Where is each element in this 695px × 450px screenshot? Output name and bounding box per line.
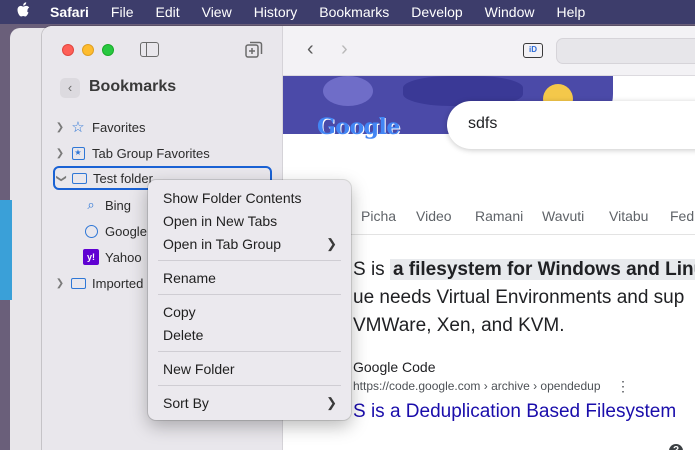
google-logo-text: Google — [317, 114, 400, 140]
sidebar-item-tab-group-favorites[interactable]: ❯ ★ Tab Group Favorites — [54, 141, 210, 165]
help-icon[interactable]: ? — [669, 444, 683, 450]
menu-safari[interactable]: Safari — [50, 4, 89, 20]
tab-vitabu[interactable]: Vitabu — [609, 208, 648, 224]
sidebar-item-label: Test folder — [93, 170, 153, 186]
search-query: sdfs — [468, 115, 498, 132]
snippet-text: ue needs Virtual Environments and sup — [353, 287, 685, 308]
minimize-window-button[interactable] — [82, 44, 94, 56]
menu-bookmarks[interactable]: Bookmarks — [319, 4, 389, 20]
sidebar-item-label: Bing — [105, 197, 132, 213]
globe-icon — [82, 223, 100, 239]
back-button[interactable]: ‹ — [307, 38, 314, 61]
menu-item-open-in-new-tabs[interactable]: Open in New Tabs — [163, 213, 277, 229]
address-bar[interactable] — [556, 38, 695, 64]
sidebar-item-label: Google — [105, 223, 147, 239]
chevron-right-icon: ❯ — [326, 395, 337, 410]
menu-separator — [158, 351, 341, 352]
menu-item-rename[interactable]: Rename — [163, 270, 216, 286]
menu-item-sort-by[interactable]: Sort By — [163, 395, 209, 411]
tab-video[interactable]: Video — [416, 208, 452, 224]
search-box[interactable]: sdfs — [447, 101, 695, 149]
sidebar-item-google[interactable]: Google — [79, 219, 147, 243]
menu-item-delete[interactable]: Delete — [163, 327, 203, 343]
menu-window[interactable]: Window — [485, 4, 535, 20]
tab-wavuti[interactable]: Wavuti — [542, 208, 584, 224]
browser-toolbar: ‹ › iD — [283, 26, 695, 76]
menu-edit[interactable]: Edit — [155, 4, 179, 20]
folder-icon — [69, 275, 87, 291]
close-window-button[interactable] — [62, 44, 74, 56]
id-extension-icon[interactable]: iD — [523, 43, 543, 58]
menu-separator — [158, 260, 341, 261]
sidebar-back-button[interactable]: ‹ — [60, 78, 80, 98]
search-icon: ⌕ — [87, 197, 95, 212]
yahoo-icon: y! — [82, 249, 100, 265]
menu-item-copy[interactable]: Copy — [163, 304, 196, 320]
sidebar-item-yahoo[interactable]: y! Yahoo — [79, 245, 142, 269]
sidebar-item-favorites[interactable]: ❯ ☆ Favorites — [54, 115, 146, 139]
menu-separator — [158, 385, 341, 386]
sidebar-item-label: Yahoo — [105, 249, 142, 265]
tab-fed[interactable]: Fed — [670, 208, 694, 224]
result-title-link[interactable]: S is a Deduplication Based Filesystem — [353, 401, 676, 423]
result-source-url[interactable]: https://code.google.com › archive › open… — [353, 379, 601, 393]
sidebar-item-label: Tab Group Favorites — [92, 145, 210, 161]
tab-picha[interactable]: Picha — [361, 208, 396, 224]
chevron-right-icon[interactable]: ❯ — [54, 148, 66, 159]
tab-group-icon: ★ — [69, 145, 87, 161]
menu-help[interactable]: Help — [556, 4, 585, 20]
macos-menu-bar: Safari File Edit View History Bookmarks … — [0, 0, 695, 24]
safari-window: ‹ Bookmarks ❯ ☆ Favorites ❯ ★ Tab Group … — [42, 26, 695, 450]
chevron-down-icon[interactable]: ❯ — [56, 172, 67, 184]
sidebar-item-bing[interactable]: ⌕ Bing — [79, 193, 131, 217]
sidebar-toggle-icon[interactable] — [140, 42, 159, 57]
chevron-right-icon: ❯ — [326, 236, 337, 251]
snippet-highlight: a filesystem for Windows and Linu — [389, 259, 695, 280]
zoom-window-button[interactable] — [102, 44, 114, 56]
menu-item-show-folder-contents[interactable]: Show Folder Contents — [163, 190, 302, 206]
desktop-background — [0, 200, 12, 300]
folder-icon — [70, 170, 88, 186]
bookmark-context-menu: Show Folder Contents Open in New Tabs Op… — [148, 180, 351, 420]
result-source-name[interactable]: Google Code — [353, 359, 436, 375]
new-tab-group-icon[interactable] — [245, 41, 263, 59]
sidebar-item-label: Favorites — [92, 119, 146, 135]
snippet-text: VMWare, Xen, and KVM. — [353, 315, 565, 336]
star-icon: ☆ — [71, 118, 85, 136]
google-logo[interactable]: Google — [317, 114, 400, 140]
chevron-right-icon[interactable]: ❯ — [54, 122, 66, 133]
featured-snippet: S is a filesystem for Windows and Linu u… — [353, 256, 695, 340]
menu-item-new-folder[interactable]: New Folder — [163, 361, 235, 377]
tab-ramani[interactable]: Ramani — [475, 208, 523, 224]
menu-history[interactable]: History — [254, 4, 298, 20]
snippet-text: S is — [353, 259, 390, 280]
sidebar-item-label: Imported — [92, 275, 144, 291]
sidebar-item-imported[interactable]: ❯ Imported — [54, 271, 144, 295]
menu-view[interactable]: View — [202, 4, 232, 20]
menu-file[interactable]: File — [111, 4, 134, 20]
chevron-right-icon[interactable]: ❯ — [54, 278, 66, 289]
more-options-icon[interactable]: ⋮ — [616, 378, 630, 395]
apple-menu-icon[interactable] — [16, 2, 36, 22]
forward-button[interactable]: › — [341, 38, 348, 61]
sidebar-title: Bookmarks — [89, 78, 177, 95]
menu-separator — [158, 294, 341, 295]
menu-item-open-in-tab-group[interactable]: Open in Tab Group — [163, 236, 281, 252]
menu-develop[interactable]: Develop — [411, 4, 462, 20]
